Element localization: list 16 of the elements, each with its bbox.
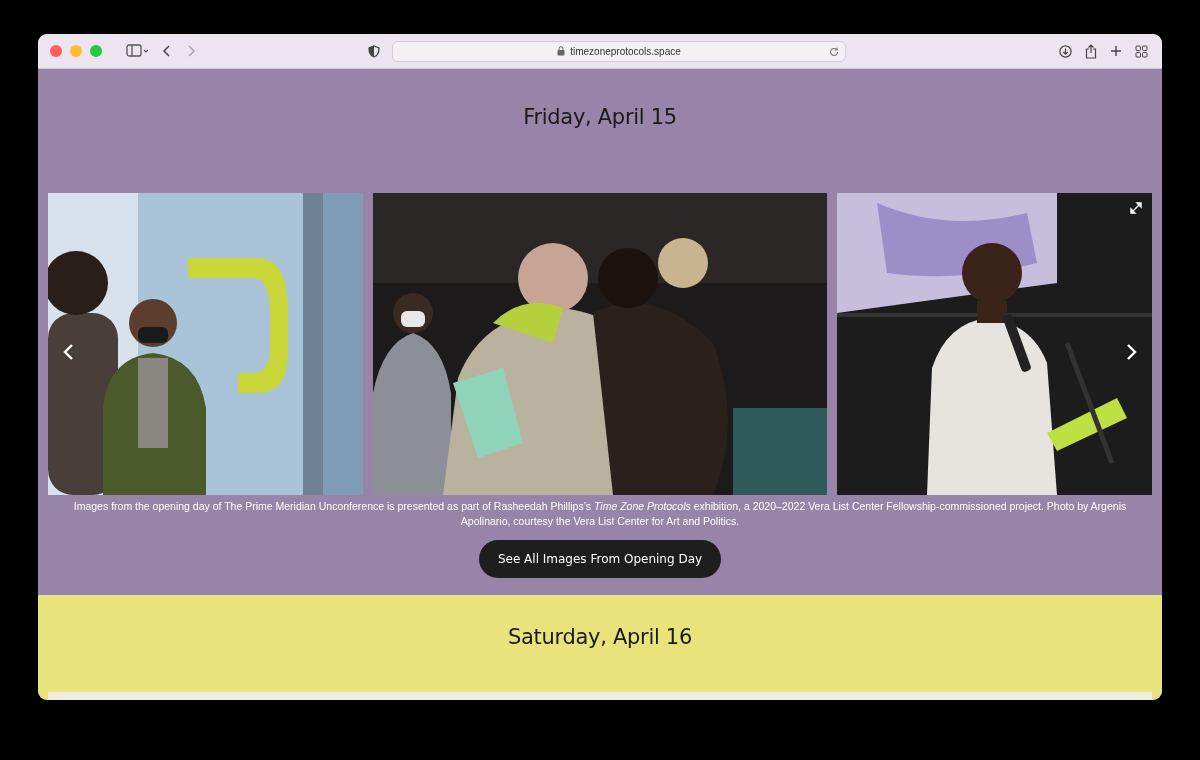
photo-caption: Images from the opening day of The Prime Meridian Unconference is presented as part of Rasheedah Phillips’s Time Zone Protocols exhibition, a 2020–2022 Vera List Center Fellowship-commissioned project. Photo by Argenis Apolinario, courtesy the Vera List Center for Art and Politics. <box>72 499 1128 529</box>
tabs-overview-icon[interactable] <box>1135 44 1148 58</box>
url-text: timezoneprotocols.space <box>570 45 681 57</box>
share-icon[interactable] <box>1085 43 1097 59</box>
expand-icon[interactable] <box>1130 202 1142 214</box>
reload-icon[interactable] <box>829 46 839 57</box>
address-bar[interactable]: timezoneprotocols.space <box>392 40 846 62</box>
shield-icon[interactable] <box>368 44 380 58</box>
lock-icon <box>557 46 566 56</box>
day-heading: Friday, April 15 <box>523 104 677 130</box>
back-icon[interactable] <box>162 44 172 58</box>
sidebar-icon[interactable] <box>126 44 148 58</box>
see-all-images-button[interactable]: See All Images From Opening Day <box>478 540 722 578</box>
plus-icon[interactable] <box>1110 45 1122 57</box>
download-icon[interactable] <box>1059 44 1072 58</box>
day-heading: Saturday, April 16 <box>508 624 692 650</box>
